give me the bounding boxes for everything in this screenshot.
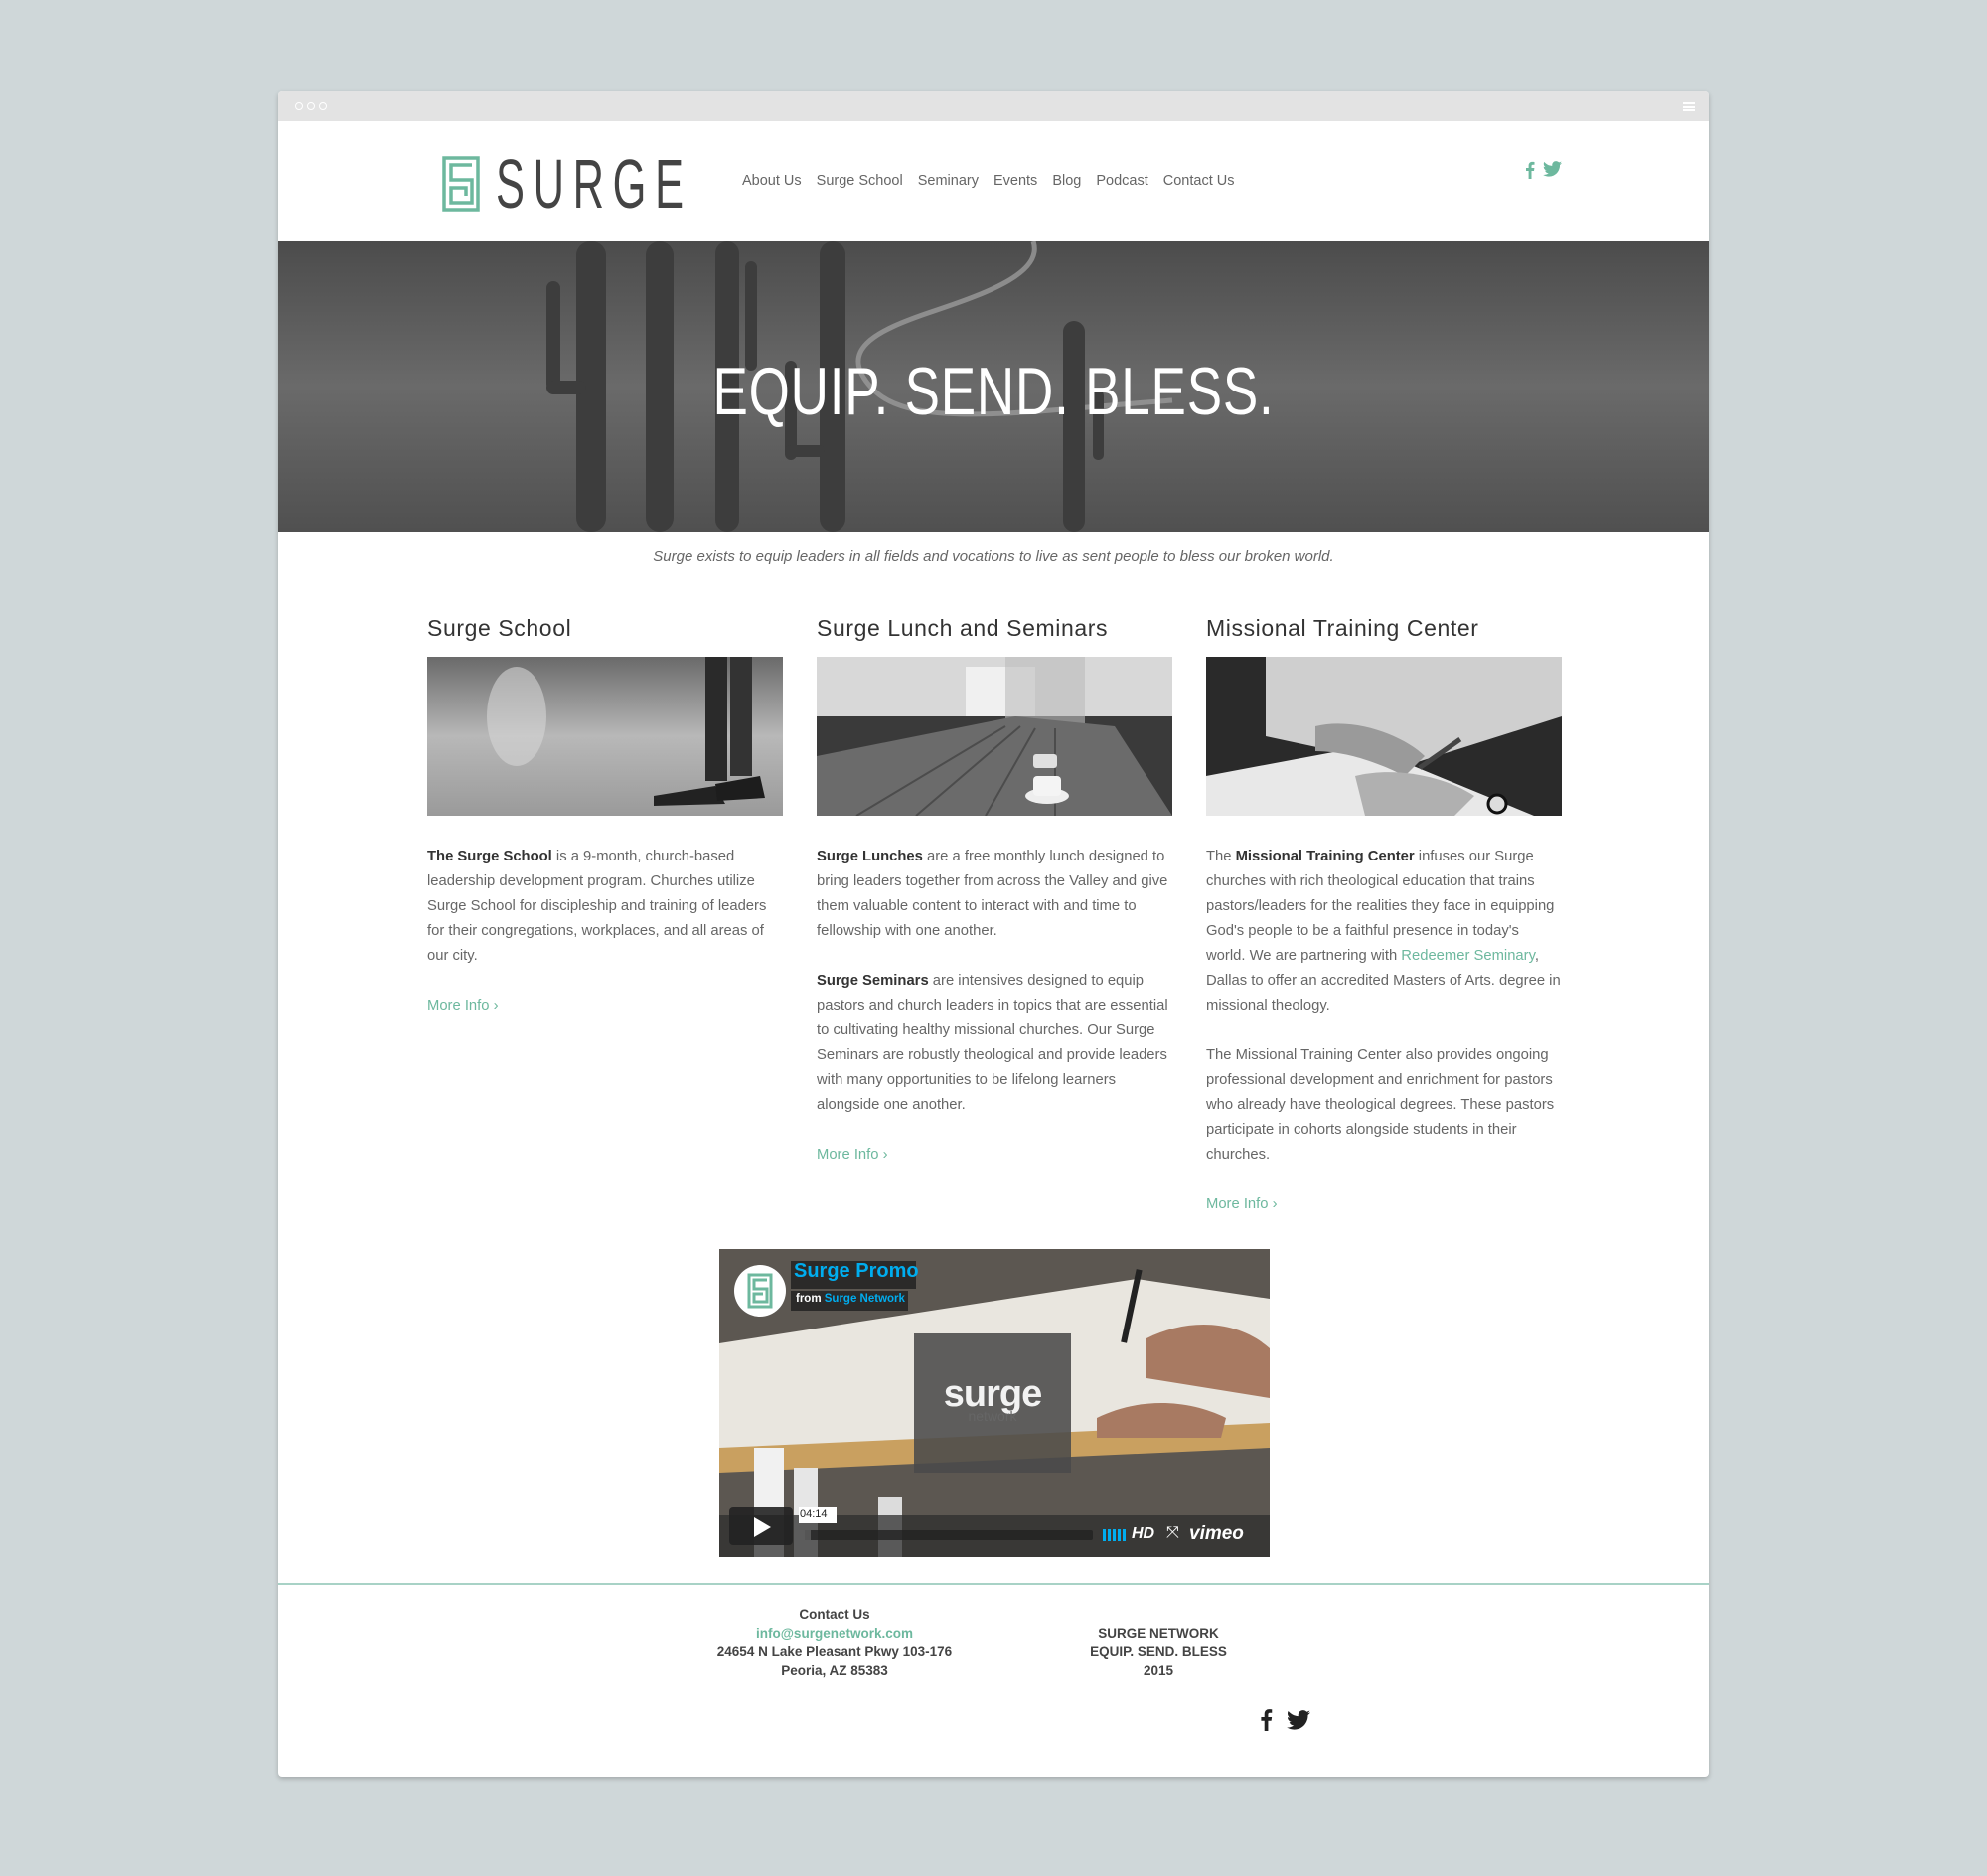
- fullscreen-icon[interactable]: ⤧: [1166, 1524, 1179, 1542]
- vimeo-logo[interactable]: vimeo: [1189, 1523, 1244, 1545]
- redeemer-seminary-link[interactable]: Redeemer Seminary: [1401, 948, 1535, 964]
- nav-seminary[interactable]: Seminary: [918, 173, 979, 189]
- footer-motto: EQUIP. SEND. BLESS: [1090, 1644, 1227, 1659]
- hero-title: EQUIP. SEND. BLESS.: [712, 354, 1275, 429]
- video-channel-link[interactable]: Surge Network: [825, 1293, 905, 1305]
- surge-school-strong: The Surge School: [427, 849, 552, 864]
- surge-seminars-text: are intensives designed to equip pastors…: [817, 973, 1168, 1113]
- mtc-strong: Missional Training Center: [1235, 849, 1415, 864]
- surge-logo-mark-icon: [442, 156, 480, 212]
- window-dot[interactable]: [295, 102, 303, 110]
- column-missional-training: Missional Training Center The Missional …: [1206, 615, 1562, 1217]
- footer-divider: [278, 1583, 1709, 1585]
- nav-blog[interactable]: Blog: [1052, 173, 1081, 189]
- browser-window: SURGE About Us Surge School Seminary Eve…: [278, 91, 1709, 1777]
- footer-org: SURGE NETWORK EQUIP. SEND. BLESS 2015: [1079, 1624, 1238, 1680]
- footer-social: [1260, 1708, 1310, 1731]
- surge-lunches-strong: Surge Lunches: [817, 849, 923, 864]
- column-body: The Missional Training Center infuses ou…: [1206, 845, 1562, 1217]
- menu-icon[interactable]: [1683, 102, 1695, 111]
- twitter-icon[interactable]: [1287, 1709, 1310, 1730]
- footer-contact-heading: Contact Us: [799, 1607, 870, 1622]
- mtc-text-2: The Missional Training Center also provi…: [1206, 1047, 1555, 1163]
- video-player[interactable]: Surge Promo from Surge Network surge net…: [719, 1249, 1270, 1557]
- video-from-label: from: [796, 1293, 822, 1305]
- nav-podcast[interactable]: Podcast: [1096, 173, 1147, 189]
- main-nav: About Us Surge School Seminary Events Bl…: [742, 173, 1234, 189]
- site-logo-text: SURGE: [496, 145, 692, 223]
- column-title: Missional Training Center: [1206, 615, 1479, 641]
- facebook-icon[interactable]: [1260, 1708, 1273, 1731]
- tagline: Surge exists to equip leaders in all fie…: [653, 548, 1334, 565]
- more-info-link[interactable]: More Info ›: [1206, 1192, 1278, 1217]
- window-controls[interactable]: [295, 102, 327, 110]
- footer-year: 2015: [1143, 1663, 1174, 1678]
- nav-surge-school[interactable]: Surge School: [817, 173, 903, 189]
- footer-address-line2: Peoria, AZ 85383: [781, 1663, 888, 1678]
- hd-toggle[interactable]: HD: [1132, 1525, 1154, 1543]
- nav-events[interactable]: Events: [994, 173, 1037, 189]
- column-lunch-seminars: Surge Lunch and Seminars Surge Lunches a…: [817, 615, 1172, 1168]
- more-info-link[interactable]: More Info ›: [427, 994, 499, 1018]
- column-title: Surge Lunch and Seminars: [817, 615, 1109, 641]
- column-body: The Surge School is a 9-month, church-ba…: [427, 845, 783, 1018]
- facebook-icon[interactable]: [1525, 161, 1535, 179]
- nav-about-us[interactable]: About Us: [742, 173, 802, 189]
- header-social: [1525, 161, 1562, 179]
- column-body: Surge Lunches are a free monthly lunch d…: [817, 845, 1172, 1168]
- footer-contact: Contact Us info@surgenetwork.com 24654 N…: [666, 1605, 1003, 1680]
- boots-road-image: [427, 657, 783, 816]
- twitter-icon[interactable]: [1543, 161, 1562, 177]
- mtc-text: infuses our Surge churches with rich the…: [1206, 849, 1555, 964]
- browser-titlebar: [278, 91, 1709, 121]
- mtc-pre: The: [1206, 849, 1236, 864]
- footer-org-name: SURGE NETWORK: [1098, 1626, 1219, 1641]
- footer-email-link[interactable]: info@surgenetwork.com: [666, 1624, 1003, 1642]
- column-title: Surge School: [427, 615, 572, 641]
- column-surge-school: Surge School The Surge School is a 9-mon…: [427, 615, 783, 1018]
- coffee-table-image: [817, 657, 1172, 817]
- video-title[interactable]: Surge Promo: [794, 1260, 919, 1283]
- nav-contact-us[interactable]: Contact Us: [1163, 173, 1235, 189]
- video-from: from Surge Network: [796, 1293, 905, 1305]
- surge-seminars-strong: Surge Seminars: [817, 973, 929, 989]
- video-overlay-sub: network: [968, 1408, 1017, 1424]
- surge-school-text: is a 9-month, church-based leadership de…: [427, 849, 767, 964]
- laptop-writing-image: [1206, 657, 1562, 816]
- more-info-link[interactable]: More Info ›: [817, 1143, 888, 1168]
- site-header: SURGE About Us Surge School Seminary Eve…: [278, 121, 1709, 234]
- footer-address-line1: 24654 N Lake Pleasant Pkwy 103-176: [716, 1644, 953, 1659]
- window-dot[interactable]: [307, 102, 315, 110]
- video-duration: 04:14: [800, 1508, 828, 1520]
- window-dot[interactable]: [319, 102, 327, 110]
- hero-banner: EQUIP. SEND. BLESS.: [278, 241, 1709, 532]
